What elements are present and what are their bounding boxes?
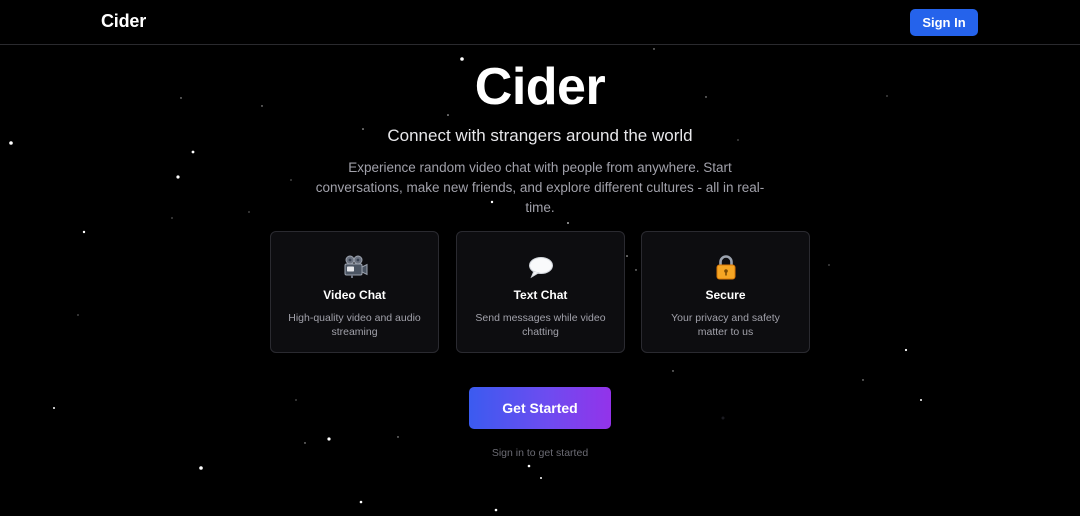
hero-title: Cider [474, 58, 606, 116]
feature-card-text-chat: Text Chat Send messages while video chat… [456, 231, 625, 353]
landing-page: Cider Sign In Cider Connect with strange… [0, 0, 1080, 516]
card-description: Send messages while video chatting [475, 312, 606, 338]
card-title: Video Chat [323, 288, 386, 302]
lock-icon [716, 255, 735, 280]
feature-card-secure: Secure Your privacy and safety matter to… [641, 231, 810, 353]
sign-in-button[interactable]: Sign In [910, 9, 978, 36]
get-started-button[interactable]: Get Started [469, 387, 611, 429]
speech-bubble-icon [528, 257, 553, 279]
sign-in-hint: Sign in to get started [491, 447, 589, 459]
hero-description: Experience random video chat with people… [315, 160, 765, 215]
hero-subtitle: Connect with strangers around the world [387, 126, 693, 145]
feature-card-video-chat: Video Chat High-quality video and audio … [270, 231, 439, 353]
card-title: Text Chat [513, 288, 568, 302]
card-title: Secure [705, 288, 746, 302]
video-camera-icon [344, 255, 367, 278]
brand-logo[interactable]: Cider [101, 11, 146, 32]
card-description: High-quality video and audio streaming [288, 312, 421, 338]
top-navbar: Cider Sign In [0, 0, 1080, 45]
card-description: Your privacy and safety matter to us [671, 312, 780, 338]
